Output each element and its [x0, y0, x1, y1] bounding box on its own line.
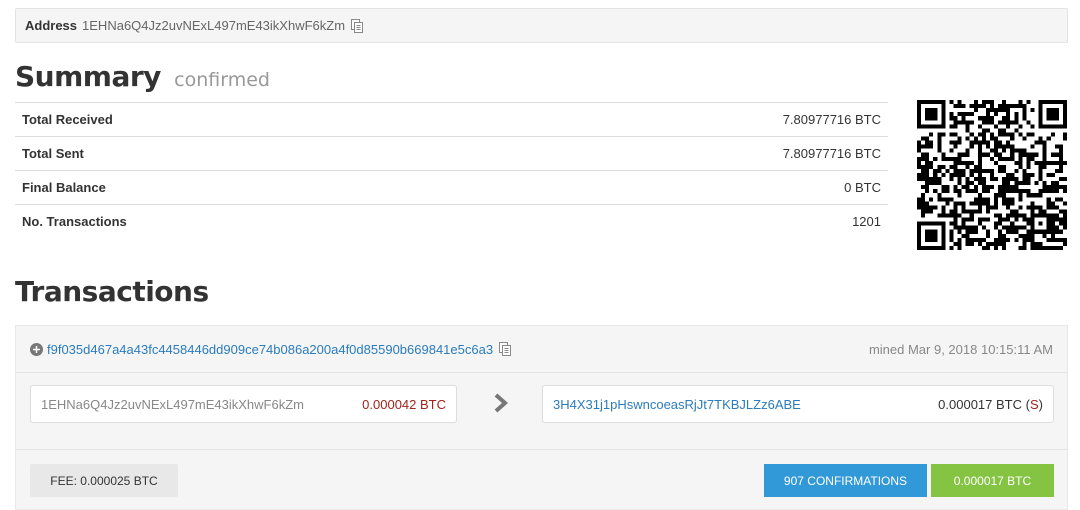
chevron-right-icon [494, 393, 508, 413]
input-amount: 0.000042 BTC [362, 396, 446, 412]
transaction-card: f9f035d467a4a43fc4458446dd909ce74b086a20… [15, 325, 1068, 510]
summary-row: Total Sent 7.80977716 BTC [15, 136, 888, 171]
spent-flag: S [1029, 396, 1039, 412]
summary-row-value: 0 BTC [463, 170, 888, 205]
summary-row-value: 7.80977716 BTC [463, 136, 888, 171]
transaction-mined-time: mined Mar 9, 2018 10:15:11 AM [868, 342, 1053, 357]
address-bar: Address 1EHNa6Q4Jz2uvNExL497mE43ikXhwF6k… [15, 8, 1068, 43]
output-address-link[interactable]: 3H4X31j1pHswncoeasRjJt7TKBJLZz6ABE [553, 397, 938, 412]
qr-code [917, 100, 1067, 250]
fee-badge: FEE: 0.000025 BTC [30, 464, 178, 497]
copy-icon[interactable] [499, 342, 512, 356]
summary-row-value: 1201 [463, 204, 888, 239]
summary-row: Total Received 7.80977716 BTC [15, 102, 888, 137]
summary-row-label: Total Received [15, 102, 464, 137]
input-address: 1EHNa6Q4Jz2uvNExL497mE43ikXhwF6kZm [41, 396, 304, 412]
output-amount: 0.000017 BTC (S) [938, 396, 1043, 412]
transaction-input: 1EHNa6Q4Jz2uvNExL497mE43ikXhwF6kZm 0.000… [30, 385, 457, 423]
transaction-hash-link[interactable]: f9f035d467a4a43fc4458446dd909ce74b086a20… [47, 342, 493, 357]
summary-status: confirmed [174, 69, 270, 91]
address-label: Address [25, 18, 78, 33]
summary-heading: Summary confirmed [15, 60, 270, 93]
confirmations-button[interactable]: 907 CONFIRMATIONS [764, 464, 927, 497]
summary-table: Total Received 7.80977716 BTC Total Sent… [15, 102, 888, 239]
address-value[interactable]: 1EHNa6Q4Jz2uvNExL497mE43ikXhwF6kZm [82, 18, 345, 33]
transaction-header: f9f035d467a4a43fc4458446dd909ce74b086a20… [16, 326, 1067, 372]
summary-row-value: 7.80977716 BTC [463, 102, 888, 137]
summary-row: No. Transactions 1201 [15, 204, 888, 239]
expand-plus-icon[interactable] [30, 342, 43, 356]
transaction-output: 3H4X31j1pHswncoeasRjJt7TKBJLZz6ABE 0.000… [542, 385, 1054, 423]
transactions-title: Transactions [15, 275, 209, 308]
summary-row-label: Final Balance [15, 170, 464, 205]
summary-title: Summary [15, 60, 161, 93]
amount-button[interactable]: 0.000017 BTC [931, 464, 1054, 497]
summary-row-label: Total Sent [15, 136, 464, 171]
summary-row-label: No. Transactions [15, 204, 464, 239]
summary-row: Final Balance 0 BTC [15, 170, 888, 205]
copy-icon[interactable] [351, 18, 364, 33]
transaction-io: 1EHNa6Q4Jz2uvNExL497mE43ikXhwF6kZm 0.000… [16, 372, 1067, 450]
